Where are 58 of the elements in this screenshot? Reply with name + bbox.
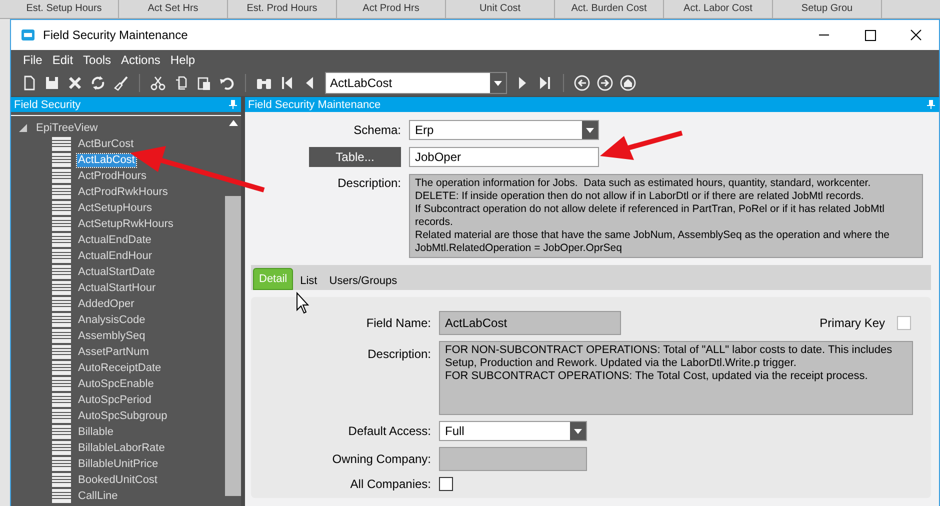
panel-title: Field Security Maintenance [248,98,381,110]
field-label: Description: [336,175,401,190]
tree-item[interactable]: ActualStartDate [77,266,156,278]
column-header: Act Prod Hrs [337,0,446,18]
tab[interactable]: List [295,272,322,290]
menu-item[interactable]: Edit [52,53,74,67]
tree-item[interactable]: BookedUnitCost [77,474,158,486]
tree-item[interactable]: BillableUnitPrice [77,458,160,470]
tree-item[interactable]: ActBurCost [77,138,135,150]
field-label: Owning Company: [331,452,431,466]
tree-item[interactable]: Billable [77,426,114,438]
record-dropdown[interactable]: ActLabCost [325,72,507,94]
field-label: Schema: [352,123,401,137]
schema-dropdown[interactable]: Erp [409,120,599,140]
tree-item[interactable]: AddedOper [77,298,136,310]
tree-item[interactable]: ActualEndHour [77,250,153,262]
menu-item[interactable]: Actions [121,53,160,67]
field-label: Primary Key [820,316,885,330]
table-button[interactable]: Table... [309,147,401,167]
menu-item[interactable]: Tools [83,53,112,67]
tree-item[interactable]: ActSetupRwkHours [77,218,174,230]
tree-item[interactable]: ActualStartHour [77,282,157,294]
tree-item[interactable]: AutoSpcPeriod [77,394,152,406]
field-label: All Companies: [349,477,431,491]
tree-item[interactable]: AssemblySeq [77,330,146,342]
tree-item[interactable]: AnalysisCode [77,314,146,326]
column-header: Setup Grou [773,0,882,18]
field-label: Description: [366,346,431,361]
field-label: Field Name: [365,316,431,330]
description-text: The operation information for Jobs. Data such as estimated hours, quantity, standard, workcenter. DELETE: If inside operation then do not allow if in LaborDtl or if there are related JobMtl records. If Subcontract operation do not allow delete if referenced in PartTran, PoRel or if it has related JobMtl records. Related material are those that have the same JobNum, AssemblySeq as the operation and where the JobMtl.RelatedOperation = JobOper.OprSeq [409,174,923,258]
column-header: Unit Cost [446,0,555,18]
field-name-field: ActLabCost [439,311,621,335]
column-header: Act. Burden Cost [555,0,664,18]
field-label: Default Access: [347,424,431,438]
tree-item[interactable]: AutoSpcEnable [77,378,155,390]
window-title: Field Security Maintenance [43,28,189,42]
column-header: Est. Setup Hours [10,0,119,18]
tree-item[interactable]: ActSetupHours [77,202,153,214]
tree-item[interactable]: ActualEndDate [77,234,152,246]
column-header: Act Set Hrs [119,0,228,18]
tree-item[interactable]: ActLabCost [77,154,136,166]
tree-item[interactable]: BillableLaborRate [77,442,166,454]
tree-item[interactable]: ActProdRwkHours [77,186,169,198]
tab[interactable]: Users/Groups [324,272,402,290]
tree-item[interactable]: ActProdHours [77,170,148,182]
menu-item[interactable]: File [23,53,42,67]
default-access-dropdown[interactable]: Full [439,421,587,441]
description-text: FOR NON-SUBCONTRACT OPERATIONS: Total of "ALL" labor costs to date. This includes Setup, Production and Rework. Updated via the LaborDtl.Write.p trigger. FOR SUBCONTRACT OPERATIONS: The Total Cost, updated via the receipt process. [439,341,913,415]
tree-item[interactable]: AssetPartNum [77,346,150,358]
tree-item[interactable]: AutoSpcSubgroup [77,410,168,422]
menu-item[interactable]: Help [170,53,196,67]
tree-item[interactable]: CallLine [77,490,119,502]
tree-root[interactable]: EpiTreeView [35,122,99,134]
column-header: Est. Prod Hours [228,0,337,18]
column-header: Act. Labor Cost [664,0,773,18]
panel-title: Field Security [14,98,81,110]
tree-item[interactable]: AutoReceiptDate [77,362,162,374]
table-field[interactable]: JobOper [409,147,599,167]
